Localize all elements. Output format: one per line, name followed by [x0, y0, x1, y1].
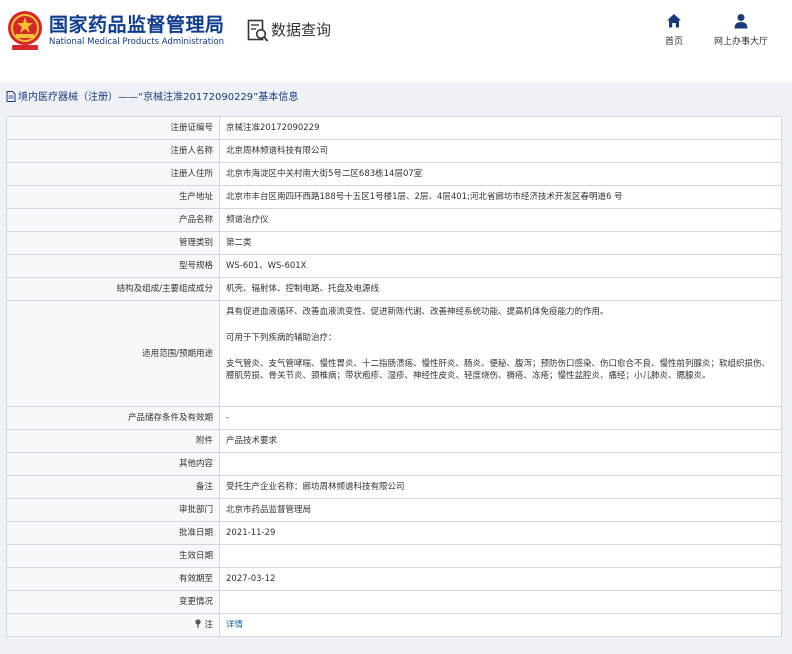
usage-line: 支气管炎、支气管哮喘、慢性胃炎、十二指肠溃疡、慢性肝炎、肠炎、便秘、腹泻；预防伤…: [226, 359, 771, 381]
usage-line: 具有促进血液循环、改善血液流变性、促进新陈代谢、改善神经系统功能、提高机体免疫能…: [226, 307, 609, 317]
row-value: 北京市药品监督管理局: [219, 498, 782, 522]
row-key: 注册人住所: [6, 162, 220, 186]
table-row: 变更情况: [6, 590, 782, 614]
row-value: 第二类: [219, 231, 782, 255]
row-key: 适用范围/预期用途: [6, 300, 220, 407]
table-row: 生效日期: [6, 544, 782, 568]
row-key: 注册证编号: [6, 116, 220, 140]
row-key: 生产地址: [6, 185, 220, 209]
document-icon: [6, 91, 16, 102]
row-key: 管理类别: [6, 231, 220, 255]
row-value: [219, 544, 782, 568]
row-value: 产品技术要求: [219, 429, 782, 453]
row-value: WS-601、WS-601X: [219, 254, 782, 278]
site-title: 国家药品监督管理局: [49, 14, 225, 36]
table-row: 注册人名称 北京周林频谱科技有限公司: [6, 139, 782, 163]
details-link[interactable]: 详情: [226, 620, 243, 630]
section-title: 数据查询: [271, 21, 332, 39]
table-row: 产品名称 频谱治疗仪: [6, 208, 782, 232]
table-row: 结构及组成/主要组成成分 机壳、辐射体、控制电路、托盘及电源线: [6, 277, 782, 301]
table-row: 审批部门 北京市药品监督管理局: [6, 498, 782, 522]
row-value: 频谱治疗仪: [219, 208, 782, 232]
row-key-label: 注: [204, 620, 213, 630]
row-key: 有效期至: [6, 567, 220, 591]
nav-service-hall-link[interactable]: 网上办事大厅: [708, 13, 774, 47]
row-value: 详情: [219, 613, 782, 637]
row-value: 受托生产企业名称：廊坊周林频谱科技有限公司: [219, 475, 782, 499]
table-row: 产品储存条件及有效期 -: [6, 406, 782, 430]
table-row: 批准日期 2021-11-29: [6, 521, 782, 545]
table-row: 管理类别 第二类: [6, 231, 782, 255]
table-row: 适用范围/预期用途 具有促进血液循环、改善血液流变性、促进新陈代谢、改善神经系统…: [6, 300, 782, 407]
row-value: [219, 590, 782, 614]
table-row: 其他内容: [6, 452, 782, 476]
row-value: 机壳、辐射体、控制电路、托盘及电源线: [219, 277, 782, 301]
nav-service-hall-label: 网上办事大厅: [713, 37, 768, 47]
table-row: 型号规格 WS-601、WS-601X: [6, 254, 782, 278]
row-key: 审批部门: [6, 498, 220, 522]
breadcrumb: 境内医疗器械（注册）——“京械注准20172090229”基本信息: [6, 88, 298, 103]
row-key: 其他内容: [6, 452, 220, 476]
row-value: 2021-11-29: [219, 521, 782, 545]
row-value: 北京市海淀区中关村南大街5号二区683栋14层07室: [219, 162, 782, 186]
row-key: 变更情况: [6, 590, 220, 614]
row-key: 注册人名称: [6, 139, 220, 163]
row-value: 京械注准20172090229: [219, 116, 782, 140]
nav-home-label: 首页: [664, 37, 683, 47]
basic-info-table: 注册证编号 京械注准20172090229 注册人名称 北京周林频谱科技有限公司…: [6, 116, 782, 637]
row-key: 型号规格: [6, 254, 220, 278]
home-icon: [667, 14, 681, 28]
row-key: 附件: [6, 429, 220, 453]
table-row: 备注 受托生产企业名称：廊坊周林频谱科技有限公司: [6, 475, 782, 499]
breadcrumb-text: 境内医疗器械（注册）——“京械注准20172090229”基本信息: [18, 92, 299, 103]
site-header: 国家药品监督管理局 National Medical Products Admi…: [0, 0, 792, 66]
usage-line: 可用于下列疾病的辅助治疗：: [226, 333, 337, 343]
row-key: 结构及组成/主要组成成分: [6, 277, 220, 301]
national-emblem-icon: [8, 11, 42, 50]
row-value: 2027-03-12: [219, 567, 782, 591]
row-value: 北京市丰台区南四环西路188号十五区1号楼1层、2层、4层401;河北省廊坊市经…: [219, 185, 782, 209]
row-key: 注: [6, 613, 220, 637]
row-value: 北京周林频谱科技有限公司: [219, 139, 782, 163]
nav-home-link[interactable]: 首页: [660, 13, 688, 47]
row-key: 生效日期: [6, 544, 220, 568]
row-key: 产品储存条件及有效期: [6, 406, 220, 430]
table-row: 注册证编号 京械注准20172090229: [6, 116, 782, 140]
row-key: 产品名称: [6, 208, 220, 232]
data-query-icon: [247, 19, 269, 42]
table-row: 有效期至 2027-03-12: [6, 567, 782, 591]
row-value: -: [219, 406, 782, 430]
table-row: 注 详情: [6, 613, 782, 637]
table-row: 注册人住所 北京市海淀区中关村南大街5号二区683栋14层07室: [6, 162, 782, 186]
table-row: 生产地址 北京市丰台区南四环西路188号十五区1号楼1层、2层、4层401;河北…: [6, 185, 782, 209]
row-key: 批准日期: [6, 521, 220, 545]
row-key: 备注: [6, 475, 220, 499]
user-icon: [734, 14, 748, 29]
row-value: 具有促进血液循环、改善血液流变性、促进新陈代谢、改善神经系统功能、提高机体免疫能…: [219, 300, 782, 407]
table-row: 附件 产品技术要求: [6, 429, 782, 453]
pin-icon: [195, 619, 202, 628]
site-subtitle: National Medical Products Administration: [49, 37, 224, 47]
row-value: [219, 452, 782, 476]
